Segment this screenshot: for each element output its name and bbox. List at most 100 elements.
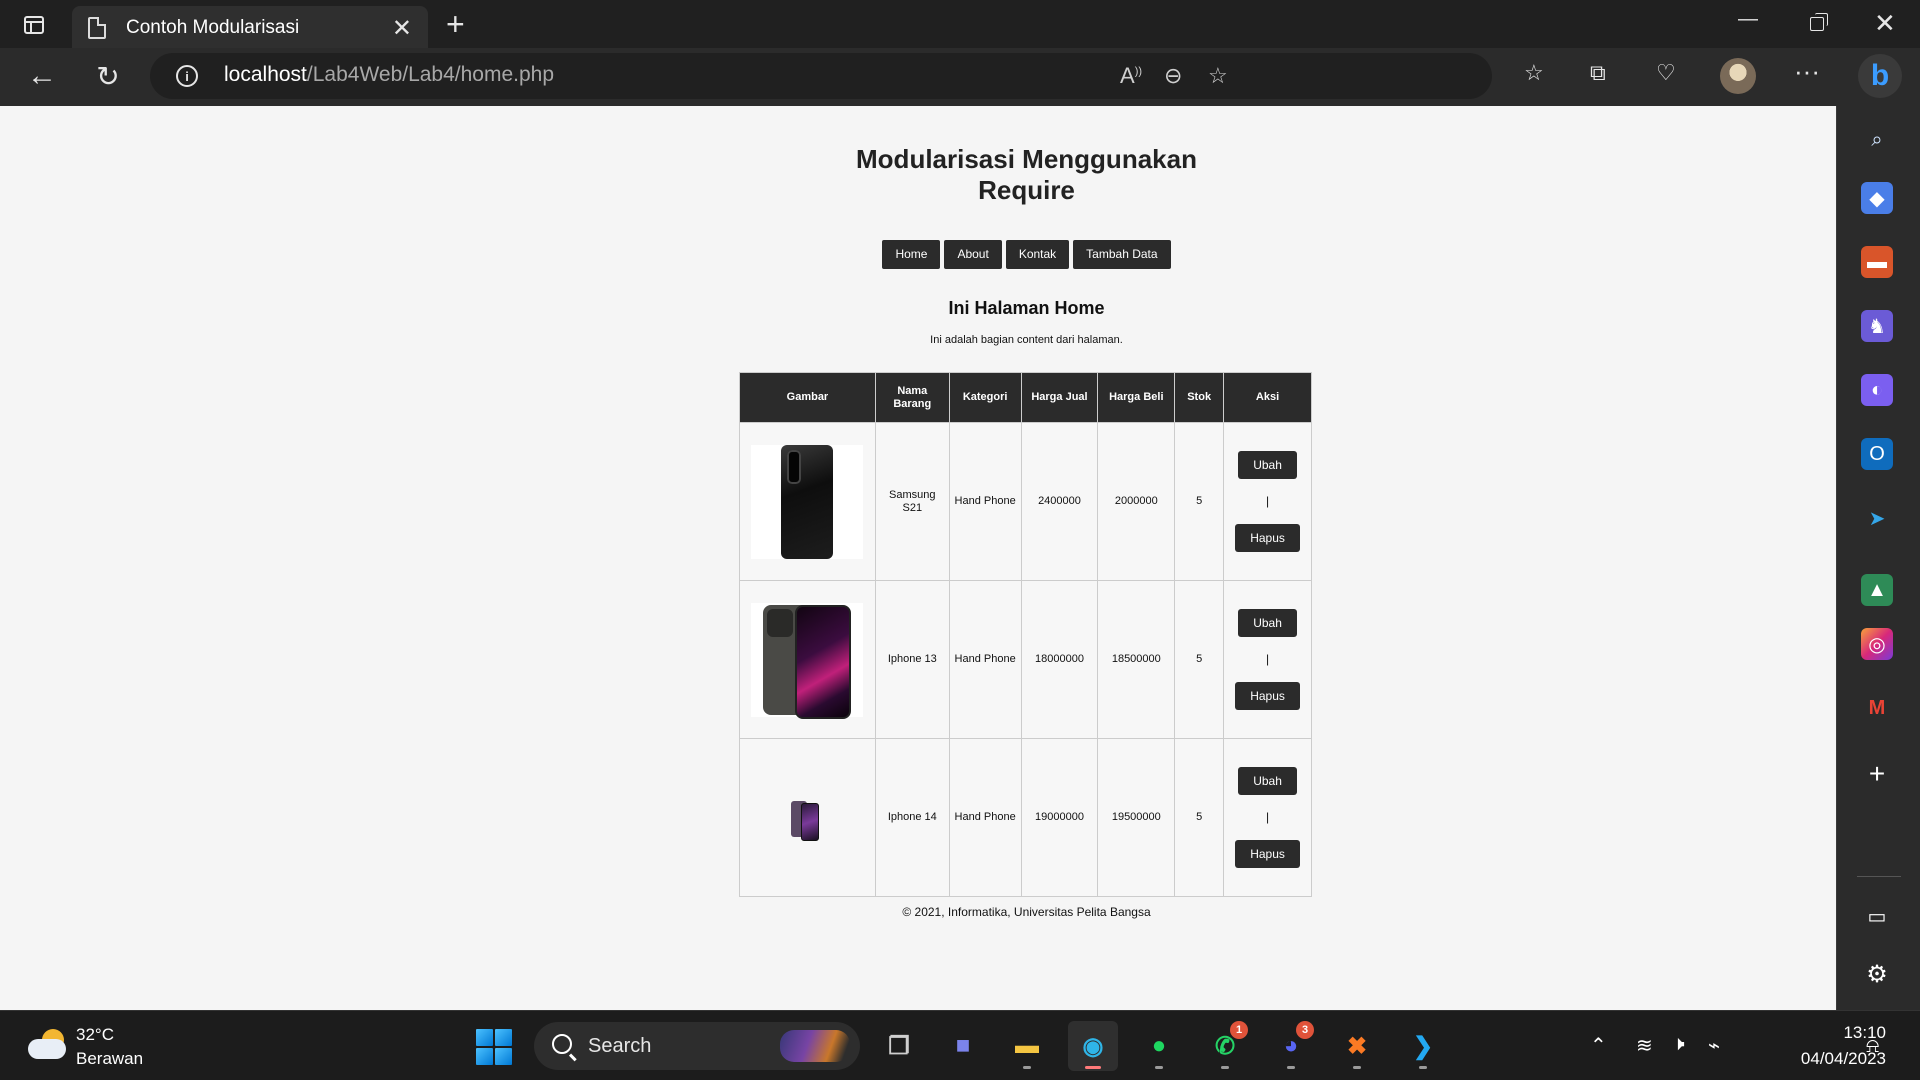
favorites-icon[interactable]: ☆ (1524, 60, 1544, 86)
zoom-out-icon[interactable]: ⊖ (1164, 63, 1182, 89)
xampp-icon[interactable]: ✖ (1332, 1021, 1382, 1071)
hapus-button[interactable]: Hapus (1235, 840, 1301, 868)
cell-harga-beli: 2000000 (1097, 422, 1176, 581)
taskbar-search[interactable]: Search (534, 1022, 860, 1070)
notifications-icon[interactable]: ⍾ (1866, 1035, 1879, 1058)
profile-avatar[interactable] (1720, 58, 1756, 94)
whatsapp-icon[interactable]: ✆ 1 (1200, 1021, 1250, 1071)
spotify-icon[interactable]: ● (1134, 1021, 1184, 1071)
start-button[interactable] (476, 1029, 512, 1065)
collections-icon[interactable]: ⧉ (1590, 60, 1606, 86)
cell-harga-beli: 18500000 (1097, 580, 1176, 739)
read-aloud-icon[interactable]: A)) (1120, 63, 1142, 89)
ubah-button[interactable]: Ubah (1238, 451, 1298, 479)
battery-icon[interactable]: ⌁ (1708, 1033, 1720, 1058)
discord-badge: 3 (1296, 1021, 1314, 1039)
new-tab-button[interactable]: + (446, 6, 465, 43)
outlook-icon[interactable]: O (1861, 438, 1893, 470)
bing-copilot-icon[interactable]: b (1858, 54, 1902, 98)
menu-about[interactable]: About (944, 240, 1002, 269)
add-favorite-icon[interactable]: ☆ (1208, 63, 1228, 89)
url-text[interactable]: localhost/Lab4Web/Lab4/home.php (224, 63, 554, 87)
show-hidden-icons-icon[interactable]: ⌃ (1590, 1033, 1607, 1058)
discord-icon[interactable]: ◕ 3 (1266, 1021, 1316, 1071)
search-icon (552, 1034, 572, 1054)
th-stok: Stok (1174, 372, 1225, 423)
add-icon[interactable]: + (1861, 758, 1893, 790)
cell-kategori: Hand Phone (948, 738, 1022, 897)
edge-icon[interactable]: ◉ (1068, 1021, 1118, 1071)
cell-gambar (739, 580, 876, 739)
search-icon[interactable]: ⌕ (1861, 124, 1893, 156)
cell-kategori: Hand Phone (948, 580, 1022, 739)
back-icon[interactable]: ← (22, 56, 62, 96)
th-kategori: Kategori (948, 372, 1022, 423)
split-screen-icon[interactable]: ▭ (1861, 900, 1893, 932)
sidebar-app-icon[interactable]: ▲ (1861, 574, 1893, 606)
tab-close-icon[interactable]: ✕ (392, 14, 412, 43)
close-window-button[interactable]: ✕ (1874, 8, 1896, 39)
windows-taskbar: 32°C Berawan Search ❐ ■ ▬ ◉ ● ✆ 1 ◕ 3 ✖ ❯ … (0, 1010, 1920, 1080)
cell-harga-jual: 2400000 (1020, 422, 1099, 581)
table-header-row: Gambar Nama Barang Kategori Harga Jual H… (739, 372, 1312, 423)
cell-harga-jual: 18000000 (1020, 580, 1099, 739)
whatsapp-badge: 1 (1230, 1021, 1248, 1039)
wifi-icon[interactable]: ≋ (1636, 1033, 1653, 1058)
refresh-icon[interactable]: ↻ (88, 56, 128, 96)
browser-tab[interactable]: Contoh Modularisasi ✕ (72, 6, 428, 48)
ubah-button[interactable]: Ubah (1238, 767, 1298, 795)
minimize-button[interactable]: — (1738, 8, 1758, 31)
site-info-icon[interactable]: i (176, 65, 198, 87)
page-icon (88, 17, 106, 39)
cell-nama: Samsung S21 (874, 422, 950, 581)
edge-sidebar: ⌕ ◆ ▬ ♞ ◐ O ➤ ▲ ◎ M + ▭ ⚙ (1836, 106, 1920, 1010)
teams-icon[interactable]: ■ (938, 1021, 988, 1071)
th-harga-jual: Harga Jual (1020, 372, 1099, 423)
table-row: Iphone 14 Hand Phone 19000000 19500000 5… (739, 738, 1312, 897)
samsung-s21-image (751, 444, 864, 559)
cell-stok: 5 (1174, 738, 1225, 897)
volume-muted-icon[interactable]: 🕨 (1672, 1033, 1685, 1056)
menu-kontak[interactable]: Kontak (1005, 240, 1070, 269)
browser-essentials-icon[interactable]: ♡ (1656, 60, 1676, 86)
cell-harga-beli: 19500000 (1097, 738, 1176, 897)
cell-nama: Iphone 13 (874, 580, 950, 739)
maximize-button[interactable] (1810, 13, 1828, 31)
cell-nama: Iphone 14 (874, 738, 950, 897)
vscode-icon[interactable]: ❯ (1398, 1021, 1448, 1071)
gmail-icon[interactable]: M (1861, 692, 1893, 724)
menu-home[interactable]: Home (882, 240, 941, 269)
address-bar[interactable]: i localhost/Lab4Web/Lab4/home.php A)) ⊖ … (150, 53, 1492, 99)
shopping-icon[interactable]: ◆ (1861, 182, 1893, 214)
tab-actions-icon[interactable] (20, 12, 48, 38)
settings-icon[interactable]: ⚙ (1861, 958, 1893, 990)
navigation-bar: ← ↻ i localhost/Lab4Web/Lab4/home.php A)… (0, 48, 1920, 106)
iphone-14-image (751, 761, 863, 875)
page-viewport: Modularisasi Menggunakan Require Home Ab… (0, 106, 1836, 1010)
cell-aksi: Ubah | Hapus (1223, 580, 1312, 739)
task-view-icon[interactable]: ❐ (874, 1021, 924, 1071)
iphone-13-image (751, 602, 864, 719)
microsoft-365-icon[interactable]: ◐ (1861, 374, 1893, 406)
content-text: Ini adalah bagian content dari halaman. (930, 334, 1123, 346)
hapus-button[interactable]: Hapus (1235, 524, 1301, 552)
instagram-icon[interactable]: ◎ (1861, 628, 1893, 660)
cell-stok: 5 (1174, 580, 1225, 739)
menu-tambah-data[interactable]: Tambah Data (1073, 240, 1171, 269)
tab-title: Contoh Modularisasi (126, 17, 300, 38)
main-menu: Home About Kontak Tambah Data (739, 240, 1314, 269)
th-aksi: Aksi (1223, 372, 1312, 423)
ubah-button[interactable]: Ubah (1238, 609, 1298, 637)
weather-temperature[interactable]: 32°C (76, 1025, 114, 1045)
telegram-icon[interactable]: ➤ (1861, 502, 1893, 534)
sidebar-divider (1857, 876, 1901, 877)
hapus-button[interactable]: Hapus (1235, 682, 1301, 710)
games-icon[interactable]: ♞ (1861, 310, 1893, 342)
cell-stok: 5 (1174, 422, 1225, 581)
content-title: Ini Halaman Home (948, 298, 1105, 318)
more-options-icon[interactable]: ··· (1794, 56, 1820, 87)
tools-icon[interactable]: ▬ (1861, 246, 1893, 278)
weather-icon[interactable] (28, 1029, 68, 1059)
file-explorer-icon[interactable]: ▬ (1002, 1021, 1052, 1071)
weather-description[interactable]: Berawan (76, 1049, 143, 1069)
